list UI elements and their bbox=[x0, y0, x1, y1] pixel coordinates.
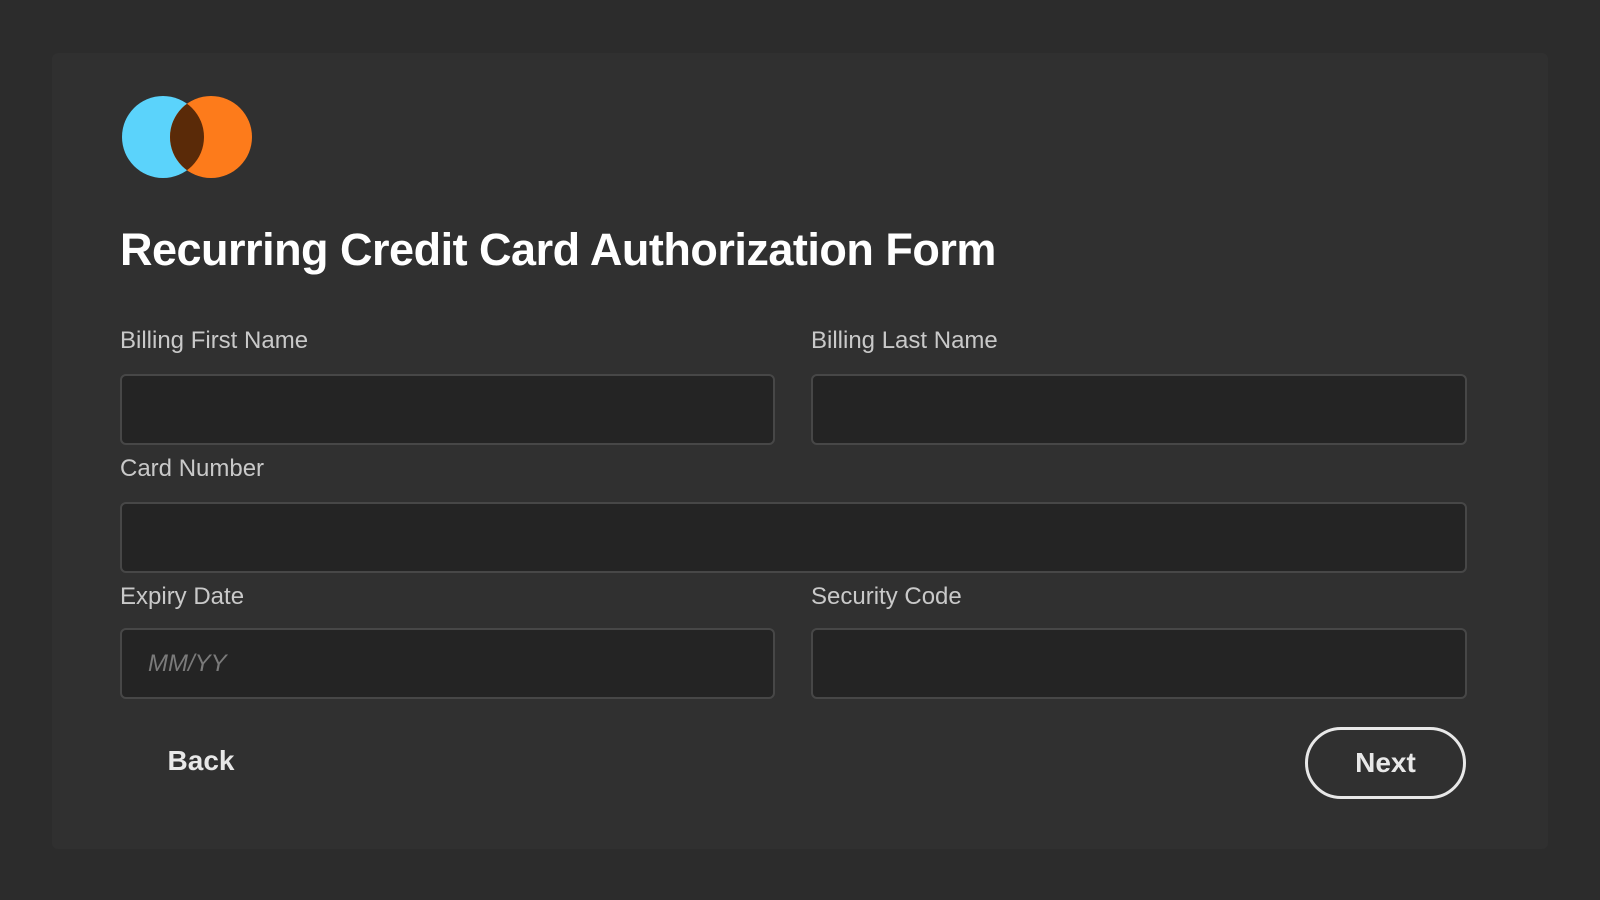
form-card bbox=[52, 53, 1548, 849]
last-name-input[interactable] bbox=[811, 374, 1467, 445]
card-number-input[interactable] bbox=[120, 502, 1467, 573]
security-code-input[interactable] bbox=[811, 628, 1467, 699]
card-number-label: Card Number bbox=[120, 455, 265, 482]
last-name-label: Billing Last Name bbox=[811, 327, 998, 354]
security-code-label: Security Code bbox=[811, 583, 962, 610]
next-button[interactable]: Next bbox=[1305, 727, 1466, 799]
back-button[interactable]: Back bbox=[138, 726, 264, 796]
first-name-label: Billing First Name bbox=[120, 327, 309, 354]
expiry-date-label: Expiry Date bbox=[120, 583, 245, 610]
page-title: Recurring Credit Card Authorization Form bbox=[120, 224, 996, 275]
expiry-date-input[interactable] bbox=[120, 628, 775, 699]
first-name-input[interactable] bbox=[120, 374, 775, 445]
logo-icon bbox=[122, 96, 252, 178]
